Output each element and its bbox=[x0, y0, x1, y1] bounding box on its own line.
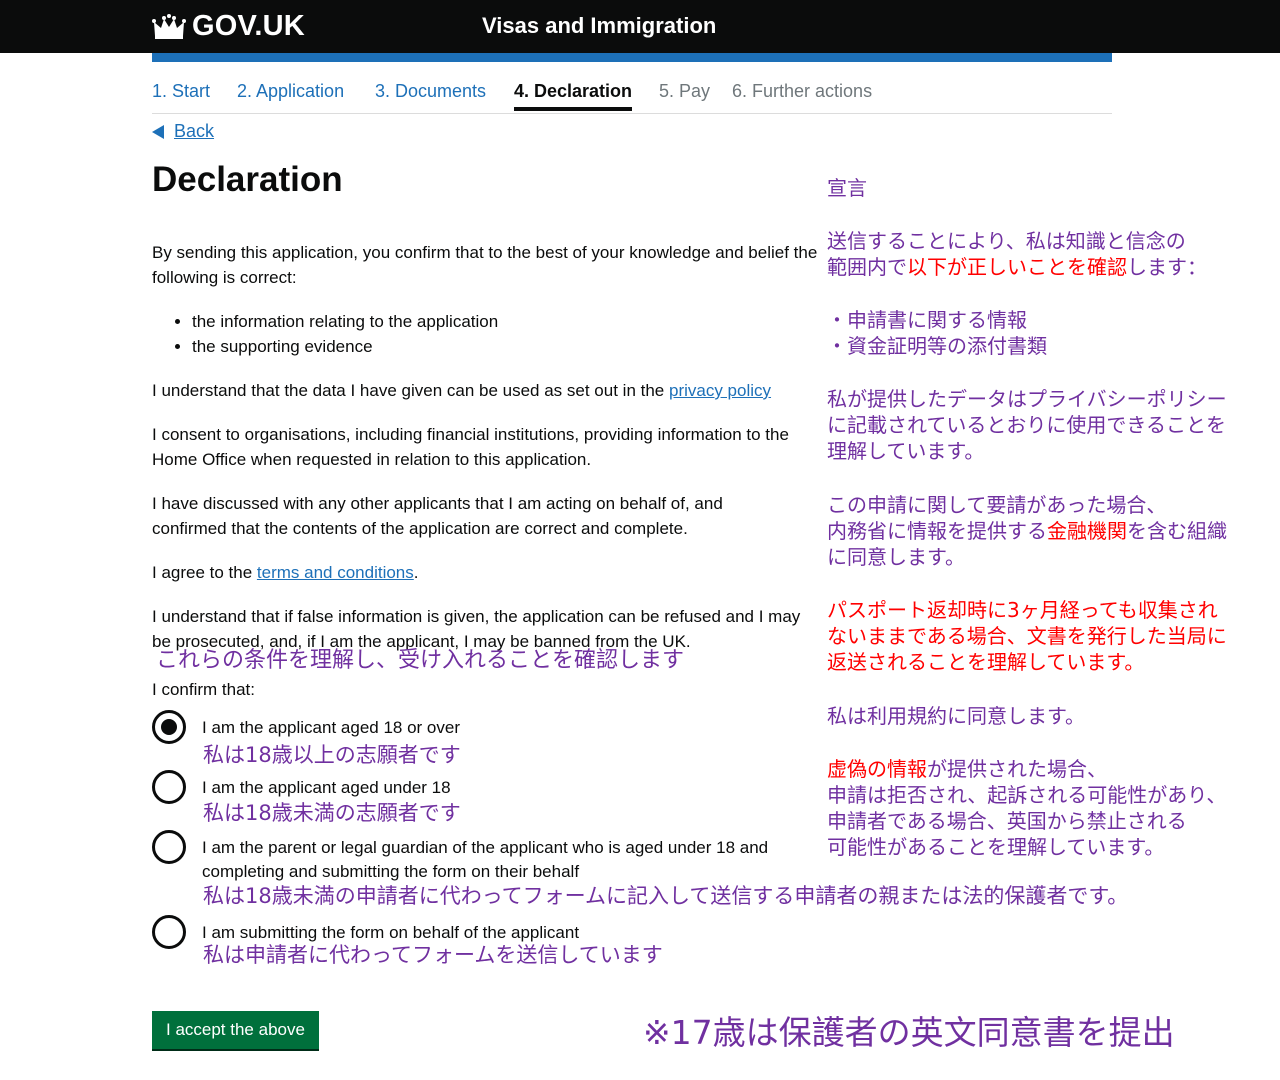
consent-text: I consent to organisations, including fi… bbox=[152, 425, 789, 469]
discussed-text: I have discussed with any other applican… bbox=[152, 494, 723, 538]
radio-option-adult[interactable]: I am the applicant aged 18 or over bbox=[152, 710, 822, 744]
terms-text: I agree to the terms and conditions. bbox=[152, 563, 419, 582]
radio-option-guardian[interactable]: I am the parent or legal guardian of the… bbox=[152, 830, 822, 884]
evidence-list: the information relating to the applicat… bbox=[152, 309, 862, 359]
radio-button-checked[interactable] bbox=[152, 710, 186, 744]
step-start[interactable]: 1. Start bbox=[152, 80, 210, 102]
step-documents[interactable]: 3. Documents bbox=[375, 80, 486, 102]
jp-option-1: 私は18歳以上の志願者です bbox=[203, 743, 461, 767]
intro-text: By sending this application, you confirm… bbox=[152, 243, 818, 287]
site-header: GOV.UK Visas and Immigration bbox=[0, 0, 1280, 53]
radio-label: I am the applicant aged under 18 bbox=[202, 778, 451, 797]
jp-note: ※17歳は保護者の英文同意書を提出 bbox=[643, 1013, 1175, 1052]
radio-label: I am the parent or legal guardian of the… bbox=[202, 838, 769, 881]
privacy-text: I understand that the data I have given … bbox=[152, 381, 772, 400]
jp-option-2: 私は18歳未満の志願者です bbox=[203, 801, 461, 825]
confirm-label: I confirm that: bbox=[152, 680, 255, 699]
jp-terms: 私は利用規約に同意します。 bbox=[827, 704, 1085, 728]
step-navigation: 1. Start 2. Application 3. Documents 4. … bbox=[152, 80, 1112, 114]
list-item: the information relating to the applicat… bbox=[192, 309, 862, 334]
header-blue-bar bbox=[152, 53, 1112, 62]
jp-title: 宣言 bbox=[827, 176, 867, 200]
step-declaration: 4. Declaration bbox=[514, 80, 633, 111]
step-application[interactable]: 2. Application bbox=[237, 80, 344, 102]
false-info-text: I understand that if false information i… bbox=[152, 607, 801, 651]
jp-option-3: 私は18歳未満の申請者に代わってフォームに記入して送信する申請者の親または法的保… bbox=[203, 884, 1129, 908]
govuk-logo[interactable]: GOV.UK bbox=[152, 10, 305, 43]
service-name[interactable]: Visas and Immigration bbox=[482, 13, 716, 39]
jp-false-info: 虚偽の情報が提供された場合、 申請は拒否され、起訴される可能性があり、 申請者で… bbox=[827, 757, 1227, 859]
jp-option-4: 私は申請者に代わってフォームを送信しています bbox=[203, 943, 663, 967]
jp-privacy: 私が提供したデータはプライバシーポリシー に記載されているとおりに使用できること… bbox=[827, 387, 1227, 463]
back-arrow-icon bbox=[152, 124, 164, 139]
radio-option-under-18[interactable]: I am the applicant aged under 18 bbox=[152, 770, 822, 804]
accept-button[interactable]: I accept the above bbox=[152, 1011, 319, 1049]
step-pay: 5. Pay bbox=[659, 81, 711, 101]
jp-intro: 送信することにより、私は知識と信念の 範囲内で以下が正しいことを確認します： bbox=[827, 229, 1207, 279]
jp-confirm-translation: これらの条件を理解し、受け入れることを確認します bbox=[156, 648, 685, 673]
step-further-actions: 6. Further actions bbox=[732, 81, 873, 101]
radio-button[interactable] bbox=[152, 830, 186, 864]
radio-button[interactable] bbox=[152, 770, 186, 804]
jp-passport: パスポート返却時に3ヶ月経っても収集され ないままである場合、文書を発行した当局… bbox=[827, 598, 1227, 674]
terms-link[interactable]: terms and conditions bbox=[257, 563, 414, 582]
jp-bullets: ・申請書に関する情報 ・資金証明等の添付書類 bbox=[827, 308, 1047, 358]
radio-button[interactable] bbox=[152, 915, 186, 949]
list-item: the supporting evidence bbox=[192, 334, 862, 359]
crown-icon bbox=[152, 13, 186, 39]
brand-name: GOV.UK bbox=[192, 10, 305, 42]
back-link[interactable]: Back bbox=[152, 121, 214, 142]
radio-label: I am the applicant aged 18 or over bbox=[202, 718, 460, 737]
back-link-label: Back bbox=[174, 121, 215, 141]
page-title: Declaration bbox=[152, 160, 343, 199]
privacy-policy-link[interactable]: privacy policy bbox=[669, 381, 771, 400]
jp-consent: この申請に関して要請があった場合、 内務省に情報を提供する金融機関を含む組織 に… bbox=[827, 493, 1227, 569]
